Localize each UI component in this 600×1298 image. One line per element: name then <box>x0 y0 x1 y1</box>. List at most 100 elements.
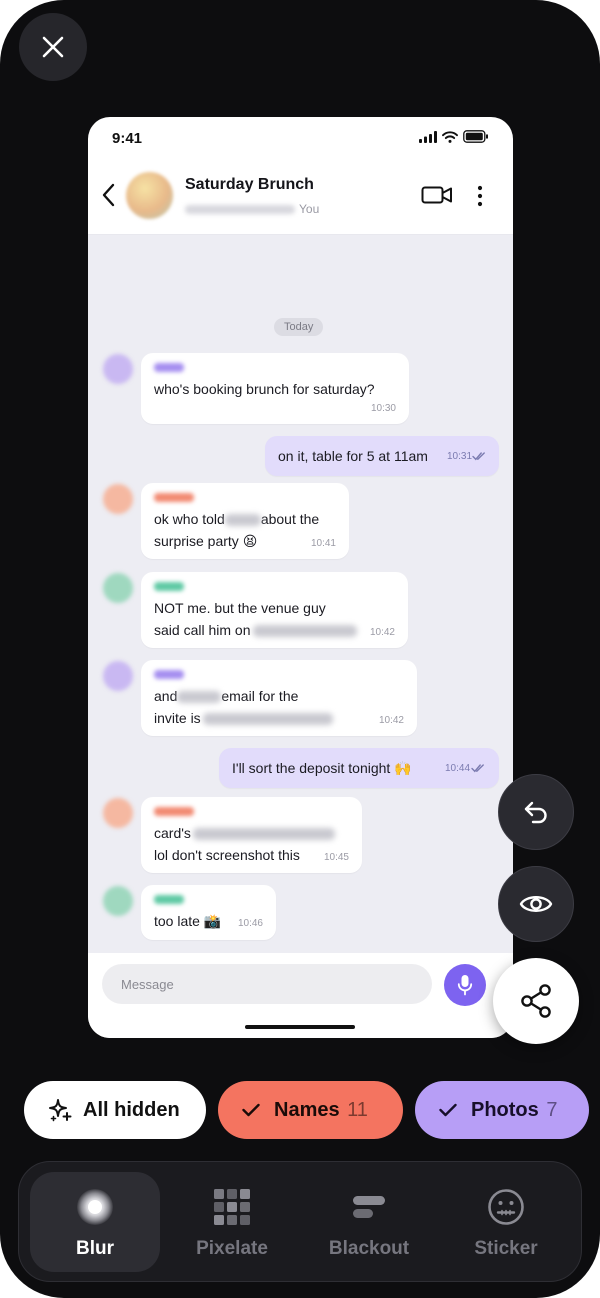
message-bubble-outgoing[interactable]: I'll sort the deposit tonight 🙌 10:44 <box>219 748 499 788</box>
all-hidden-chip[interactable]: All hidden <box>24 1081 206 1139</box>
message-bubble-outgoing[interactable]: on it, table for 5 at 11am 10:31 <box>265 436 499 476</box>
message-time: 10:42 <box>369 627 395 638</box>
message-time: 10:42 <box>378 715 404 726</box>
pixelate-icon <box>214 1189 250 1225</box>
screenshot-preview: 9:41 Saturday Brunch You Today who's boo… <box>88 117 513 1038</box>
status-bar: 9:41 <box>88 117 513 159</box>
battery-icon <box>463 130 488 143</box>
message-time: 10:41 <box>310 538 336 549</box>
double-check-icon <box>472 452 485 461</box>
group-avatar <box>126 172 173 219</box>
all-hidden-label: All hidden <box>83 1098 180 1121</box>
chat-area: Today who's booking brunch for saturday?… <box>88 235 513 953</box>
blurred-email <box>202 713 333 726</box>
message-text: too late 📸 <box>154 913 222 929</box>
sender-avatar <box>103 798 133 828</box>
back-chevron-icon[interactable] <box>100 181 118 209</box>
blurred-sender-name <box>154 363 184 372</box>
check-icon <box>439 1103 457 1117</box>
chat-subtitle: You <box>185 202 319 216</box>
blur-icon <box>77 1189 113 1225</box>
blurred-sender-name <box>154 895 184 904</box>
photos-label: Photos <box>471 1098 539 1121</box>
tool-label: Sticker <box>474 1238 538 1259</box>
message-text: card's <box>154 822 335 844</box>
close-button[interactable] <box>19 13 87 81</box>
redaction-style-toolbar: Blur Pixelate Blackout Sticker <box>18 1161 582 1282</box>
undo-icon <box>524 801 547 824</box>
message-time: 10:45 <box>323 852 349 863</box>
sparkle-icon <box>49 1099 72 1122</box>
tool-blackout[interactable]: Blackout <box>304 1172 434 1272</box>
names-count: 11 <box>347 1098 368 1121</box>
tool-blur[interactable]: Blur <box>30 1172 160 1272</box>
message-text: and email for the <box>154 688 299 704</box>
sender-avatar <box>103 573 133 603</box>
message-bubble[interactable]: who's booking brunch for saturday? 10:30 <box>141 353 409 424</box>
blurred-card-number <box>192 828 335 841</box>
chat-header: Saturday Brunch You <box>88 159 513 235</box>
message-text: said call him on <box>154 619 357 641</box>
blurred-sender-name <box>154 493 194 502</box>
message-input[interactable] <box>102 964 432 1004</box>
wifi-icon <box>442 130 458 143</box>
status-icons <box>419 130 489 143</box>
tool-pixelate[interactable]: Pixelate <box>167 1172 297 1272</box>
message-text: on it, table for 5 at 11am <box>278 448 428 464</box>
message-bubble[interactable]: too late 📸 10:46 <box>141 885 276 940</box>
blurred-sender-name <box>154 807 194 816</box>
blurred-members <box>185 204 295 214</box>
more-vertical-icon[interactable] <box>473 185 487 207</box>
double-check-icon <box>471 764 484 773</box>
mic-button[interactable] <box>444 964 486 1006</box>
message-bubble[interactable]: ok who told about the surprise party 😫 10… <box>141 483 349 559</box>
share-button[interactable] <box>493 958 579 1044</box>
mic-icon <box>457 975 473 996</box>
message-bubble[interactable]: card's lol don't screenshot this 10:45 <box>141 797 362 873</box>
sender-avatar <box>103 661 133 691</box>
photos-count: 7 <box>546 1098 558 1121</box>
phone-frame: 9:41 Saturday Brunch You Today who's boo… <box>0 0 600 1298</box>
tool-label: Blackout <box>328 1238 410 1259</box>
sender-avatar <box>103 354 133 384</box>
check-icon <box>242 1103 260 1117</box>
undo-button[interactable] <box>498 774 574 850</box>
video-call-icon[interactable] <box>421 185 453 205</box>
message-time: 10:30 <box>370 403 396 414</box>
message-time: 10:44 <box>445 763 471 774</box>
photos-chip[interactable]: Photos 7 <box>415 1081 589 1139</box>
message-text: lol don't screenshot this <box>154 847 300 863</box>
tool-label: Pixelate <box>196 1238 268 1259</box>
message-bubble[interactable]: NOT me. but the venue guy said call him … <box>141 572 408 648</box>
eye-icon <box>519 896 553 912</box>
chat-title: Saturday Brunch <box>185 176 314 193</box>
signal-icon <box>419 130 437 143</box>
names-chip[interactable]: Names 11 <box>218 1081 403 1139</box>
message-text: invite is <box>154 707 333 729</box>
blurred-name <box>177 691 222 704</box>
message-text: who's booking brunch for saturday? <box>154 381 375 397</box>
blurred-sender-name <box>154 670 184 679</box>
sticker-face-icon <box>488 1189 524 1225</box>
message-time: 10:31 <box>447 451 473 462</box>
blackout-icon <box>353 1196 385 1218</box>
home-indicator <box>245 1025 355 1029</box>
close-icon <box>42 36 64 58</box>
names-label: Names <box>274 1098 340 1121</box>
tool-sticker[interactable]: Sticker <box>441 1172 571 1272</box>
blurred-name <box>224 514 261 527</box>
message-text: surprise party 😫 <box>154 533 258 549</box>
tool-label: Blur <box>76 1238 114 1259</box>
message-time: 10:46 <box>237 918 263 929</box>
message-bubble[interactable]: and email for the invite is 10:42 <box>141 660 417 736</box>
preview-toggle-button[interactable] <box>498 866 574 942</box>
date-chip: Today <box>274 318 324 336</box>
message-text: NOT me. but the venue guy <box>154 600 326 616</box>
blurred-sender-name <box>154 582 184 591</box>
sender-avatar <box>103 886 133 916</box>
message-text: I'll sort the deposit tonight 🙌 <box>232 760 412 776</box>
message-text: ok who told about the <box>154 511 320 527</box>
subtitle-you: You <box>299 202 320 216</box>
blurred-phone <box>252 625 357 638</box>
sender-avatar <box>103 484 133 514</box>
